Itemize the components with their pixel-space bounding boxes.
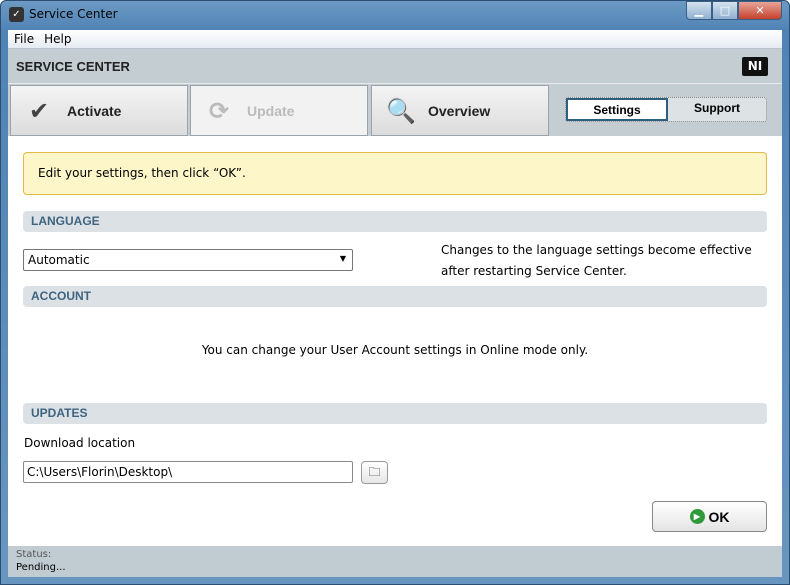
ni-logo: NI [742, 57, 768, 76]
download-location-input[interactable]: C:\Users\Florin\Desktop\ [23, 461, 353, 483]
close-button[interactable]: ✕ [738, 1, 782, 20]
menu-help[interactable]: Help [44, 30, 77, 48]
tab-update: ⟳ Update [190, 85, 368, 136]
client-area: File Help SERVICE CENTER NI ✔ Activate ⟳… [8, 30, 782, 577]
maximize-button[interactable]: □ [712, 1, 738, 20]
magnifier-icon: 🔍 [386, 96, 416, 125]
status-label: Status: [16, 549, 52, 560]
tab-row: ✔ Activate ⟳ Update 🔍 Overview Settings … [8, 84, 782, 136]
menu-file[interactable]: File [14, 30, 40, 48]
refresh-icon: ⟳ [208, 96, 230, 125]
download-location-label: Download location [24, 436, 136, 450]
tab-activate-label: Activate [67, 102, 122, 119]
play-icon: ▶ [689, 509, 705, 524]
status-value: Pending... [16, 562, 66, 573]
language-select-value: Automatic [28, 253, 90, 267]
folder-icon: 🗀 [368, 465, 381, 479]
app-icon: ✓ [9, 7, 24, 22]
settings-panel: Edit your settings, then click “OK”. LAN… [8, 137, 782, 546]
app-header: SERVICE CENTER NI [8, 49, 782, 84]
language-section-header: LANGUAGE [23, 211, 767, 232]
window-title: Service Center [29, 7, 118, 21]
language-help: Changes to the language settings become … [441, 240, 752, 282]
settings-support-toggle: Settings Support [565, 97, 767, 122]
account-message: You can change your User Account setting… [201, 343, 589, 357]
notice-box: Edit your settings, then click “OK”. [23, 152, 767, 195]
tab-overview[interactable]: 🔍 Overview [371, 85, 549, 136]
title-bar[interactable]: ✓ Service Center ▁ □ ✕ [0, 0, 790, 30]
chevron-down-icon: ▼ [339, 254, 346, 263]
status-bar: Status: Pending... [8, 546, 782, 577]
tab-update-label: Update [247, 102, 295, 119]
language-help-line2: after restarting Service Center. [441, 264, 627, 278]
ok-button[interactable]: ▶ OK [652, 501, 767, 532]
updates-section-header: UPDATES [23, 403, 767, 424]
language-help-line1: Changes to the language settings become … [441, 243, 752, 257]
settings-button[interactable]: Settings [566, 98, 668, 121]
menu-bar: File Help [8, 30, 782, 49]
tab-overview-label: Overview [428, 102, 491, 119]
browse-folder-button[interactable]: 🗀 [361, 461, 388, 484]
account-section-header: ACCOUNT [23, 286, 767, 307]
ok-label: OK [708, 508, 730, 525]
app-header-title: SERVICE CENTER [16, 59, 130, 74]
check-icon: ✔ [28, 96, 50, 125]
language-select[interactable]: Automatic ▼ [23, 249, 353, 271]
minimize-button[interactable]: ▁ [686, 1, 712, 20]
tab-activate[interactable]: ✔ Activate [10, 85, 188, 136]
support-button[interactable]: Support [668, 98, 766, 121]
